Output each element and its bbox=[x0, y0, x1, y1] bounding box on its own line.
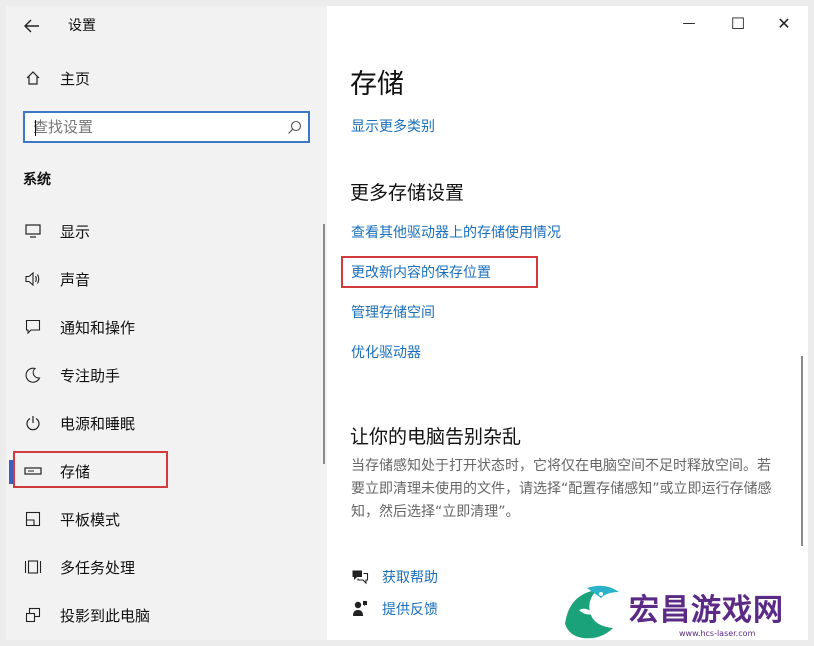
sidebar-item-storage[interactable]: 存储 bbox=[6, 447, 327, 495]
minimize-icon: — bbox=[682, 15, 696, 31]
home-icon bbox=[22, 70, 44, 86]
clutter-heading: 让你的电脑告别杂乱 bbox=[350, 426, 522, 448]
sidebar-item-sound[interactable]: 声音 bbox=[6, 255, 327, 303]
give-feedback-link[interactable]: 提供反馈 bbox=[349, 599, 438, 619]
minimize-button[interactable]: — bbox=[674, 12, 704, 34]
search-input[interactable] bbox=[25, 113, 280, 141]
sidebar-item-label: 电源和睡眠 bbox=[60, 414, 136, 433]
watermark-url: www.hcs-laser.com bbox=[679, 629, 756, 638]
tablet-icon bbox=[22, 508, 44, 530]
sidebar-item-label: 显示 bbox=[60, 222, 91, 241]
sidebar-item-label: 投影到此电脑 bbox=[60, 606, 151, 625]
app-title: 设置 bbox=[68, 18, 96, 34]
close-button[interactable]: ✕ bbox=[769, 12, 799, 34]
moon-icon bbox=[22, 364, 44, 386]
sidebar-item-home[interactable]: 主页 bbox=[22, 66, 90, 90]
maximize-icon: ☐ bbox=[730, 13, 746, 33]
notification-icon bbox=[22, 316, 44, 338]
sidebar-item-label: 主页 bbox=[60, 69, 91, 88]
sidebar-scrollbar[interactable] bbox=[323, 224, 325, 464]
sidebar-nav: 显示 声音 通知和操作 专注助手 电源和睡眠 存储 平板模式 多任务处理 投影到… bbox=[6, 207, 327, 639]
back-button[interactable] bbox=[20, 14, 44, 38]
clutter-description: 当存储感知处于打开状态时，它将仅在电脑空间不足时释放空间。若要立即清理未使用的文… bbox=[351, 458, 772, 520]
text-caret bbox=[35, 120, 36, 136]
project-icon bbox=[22, 604, 44, 626]
more-storage-settings-heading: 更多存储设置 bbox=[350, 182, 465, 204]
search-icon[interactable] bbox=[280, 120, 308, 135]
maximize-button[interactable]: ☐ bbox=[723, 12, 753, 34]
main-content: — ☐ ✕ 存储 显示更多类别 更多存储设置 查看其他驱动器上的存储使用情况 更… bbox=[327, 6, 806, 640]
change-save-location-link[interactable]: 更改新内容的保存位置 bbox=[351, 262, 491, 282]
watermark: 宏昌游戏网 www.hcs-laser.com bbox=[555, 578, 814, 646]
sidebar-item-label: 通知和操作 bbox=[60, 318, 136, 337]
highlight-box bbox=[13, 451, 168, 488]
sidebar-item-multitasking[interactable]: 多任务处理 bbox=[6, 543, 327, 591]
get-help-link[interactable]: 获取帮助 bbox=[349, 567, 438, 587]
section-label: 系统 bbox=[23, 172, 51, 188]
get-help-label: 获取帮助 bbox=[382, 570, 438, 586]
watermark-text: 宏昌游戏网 bbox=[629, 593, 784, 628]
settings-window: 设置 主页 系统 显示 bbox=[0, 0, 814, 646]
monitor-icon bbox=[22, 220, 44, 242]
power-icon bbox=[22, 412, 44, 434]
sidebar-item-notifications[interactable]: 通知和操作 bbox=[6, 303, 327, 351]
show-more-categories-link[interactable]: 显示更多类别 bbox=[351, 116, 435, 136]
sidebar-item-display[interactable]: 显示 bbox=[6, 207, 327, 255]
feedback-person-icon bbox=[349, 600, 371, 618]
view-other-drives-link[interactable]: 查看其他驱动器上的存储使用情况 bbox=[351, 222, 561, 242]
search-box[interactable] bbox=[23, 111, 310, 143]
sidebar-item-focus-assist[interactable]: 专注助手 bbox=[6, 351, 327, 399]
main-scrollbar[interactable] bbox=[801, 356, 803, 546]
sidebar: 设置 主页 系统 显示 bbox=[6, 6, 327, 640]
speaker-icon bbox=[22, 268, 44, 290]
dragon-logo-icon bbox=[565, 585, 619, 639]
sidebar-item-label: 多任务处理 bbox=[60, 558, 136, 577]
sidebar-item-label: 声音 bbox=[60, 270, 91, 289]
sidebar-item-label: 专注助手 bbox=[60, 366, 121, 385]
manage-storage-spaces-link[interactable]: 管理存储空间 bbox=[351, 302, 435, 322]
give-feedback-label: 提供反馈 bbox=[382, 602, 438, 618]
back-arrow-icon bbox=[24, 19, 39, 33]
sidebar-item-power-sleep[interactable]: 电源和睡眠 bbox=[6, 399, 327, 447]
sidebar-item-label: 平板模式 bbox=[60, 510, 121, 529]
optimize-drives-link[interactable]: 优化驱动器 bbox=[351, 342, 421, 362]
multitask-icon bbox=[22, 556, 44, 578]
sidebar-item-project-to-pc[interactable]: 投影到此电脑 bbox=[6, 591, 327, 639]
close-icon: ✕ bbox=[777, 13, 791, 33]
page-title: 存储 bbox=[350, 69, 404, 100]
help-chat-icon bbox=[349, 569, 371, 585]
sidebar-item-tablet-mode[interactable]: 平板模式 bbox=[6, 495, 327, 543]
